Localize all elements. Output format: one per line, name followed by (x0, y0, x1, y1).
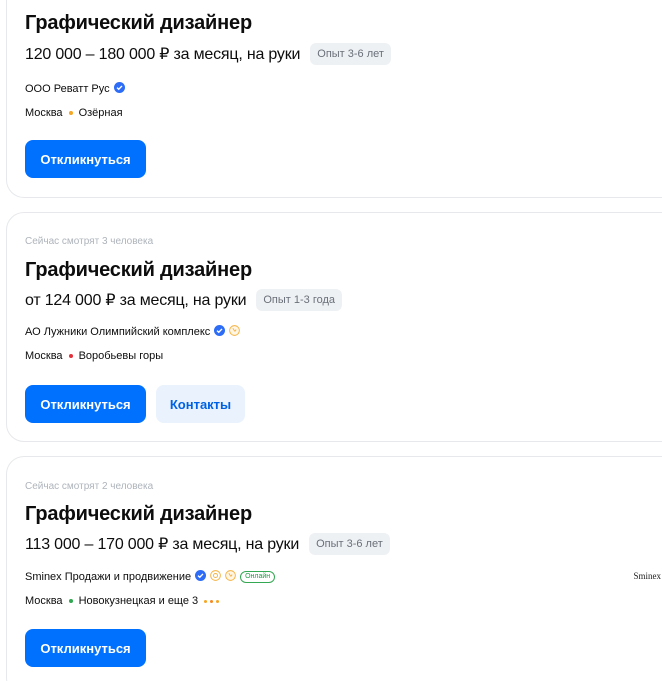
experience-badge: Опыт 3-6 лет (309, 533, 390, 555)
company-row: Sminex Продажи и продвижение Онлайн (25, 570, 276, 584)
extra-metro-lines-icon (201, 599, 220, 603)
metro-station: Воробьевы горы (78, 350, 164, 362)
metro-line-icon (68, 599, 73, 603)
location-row: Москва Новокузнецкая и еще 3 (25, 595, 220, 607)
vacancy-title[interactable]: Графический дизайнер (25, 12, 252, 35)
experience-badge: Опыт 1-3 года (256, 289, 343, 311)
vacancy-title[interactable]: Графический дизайнер (25, 503, 252, 526)
metro-line-icon (68, 354, 73, 358)
location-row: Москва Воробьевы горы (25, 350, 163, 362)
company-row: ООО Реватт Рус (25, 82, 125, 96)
rating-icon[interactable] (225, 570, 236, 584)
location-row: Москва Озёрная (25, 107, 123, 119)
verified-icon (214, 325, 226, 339)
metro-station: Озёрная (78, 107, 123, 119)
company-name[interactable]: АО Лужники Олимпийский комплекс (25, 326, 210, 338)
apply-button[interactable]: Откликнуться (25, 385, 146, 423)
experience-badge: Опыт 3-6 лет (310, 43, 391, 65)
city: Москва (25, 350, 63, 362)
watching-count: Сейчас смотрят 3 человека (25, 236, 154, 247)
company-row: АО Лужники Олимпийский комплекс (25, 325, 241, 339)
verified-icon (195, 570, 207, 584)
salary: 113 000 – 170 000 ₽ за месяц, на руки (25, 536, 300, 553)
salary: от 124 000 ₽ за месяц, на руки (25, 292, 247, 309)
online-badge: Онлайн (240, 571, 276, 583)
company-name[interactable]: ООО Реватт Рус (25, 83, 110, 95)
metro-line-icon (68, 111, 73, 115)
salary: 120 000 – 180 000 ₽ за месяц, на руки (25, 46, 301, 63)
vacancy-title[interactable]: Графический дизайнер (25, 259, 252, 282)
vacancy-card-1: Графический дизайнер 120 000 – 180 000 ₽… (6, 0, 662, 198)
verified-icon (113, 82, 125, 96)
city: Москва (25, 595, 63, 607)
company-logo[interactable]: Sminex (633, 571, 661, 581)
apply-button[interactable]: Откликнуться (25, 140, 146, 178)
vacancy-card-3: Сейчас смотрят 2 человека Графический ди… (6, 456, 662, 681)
contacts-button[interactable]: Контакты (156, 385, 245, 423)
rating-icon[interactable] (229, 325, 241, 339)
apply-button[interactable]: Откликнуться (25, 629, 146, 667)
company-name[interactable]: Sminex Продажи и продвижение (25, 571, 191, 583)
metro-station: Новокузнецкая и еще 3 (78, 595, 199, 607)
vacancy-card-2: Сейчас смотрят 3 человека Графический ди… (6, 212, 662, 442)
quality-icon[interactable] (210, 570, 221, 584)
salary-row: от 124 000 ₽ за месяц, на руки Опыт 1-3 … (25, 289, 343, 311)
watching-count: Сейчас смотрят 2 человека (25, 481, 154, 492)
city: Москва (25, 107, 63, 119)
salary-row: 113 000 – 170 000 ₽ за месяц, на руки Оп… (25, 533, 390, 555)
salary-row: 120 000 – 180 000 ₽ за месяц, на руки Оп… (25, 43, 391, 65)
